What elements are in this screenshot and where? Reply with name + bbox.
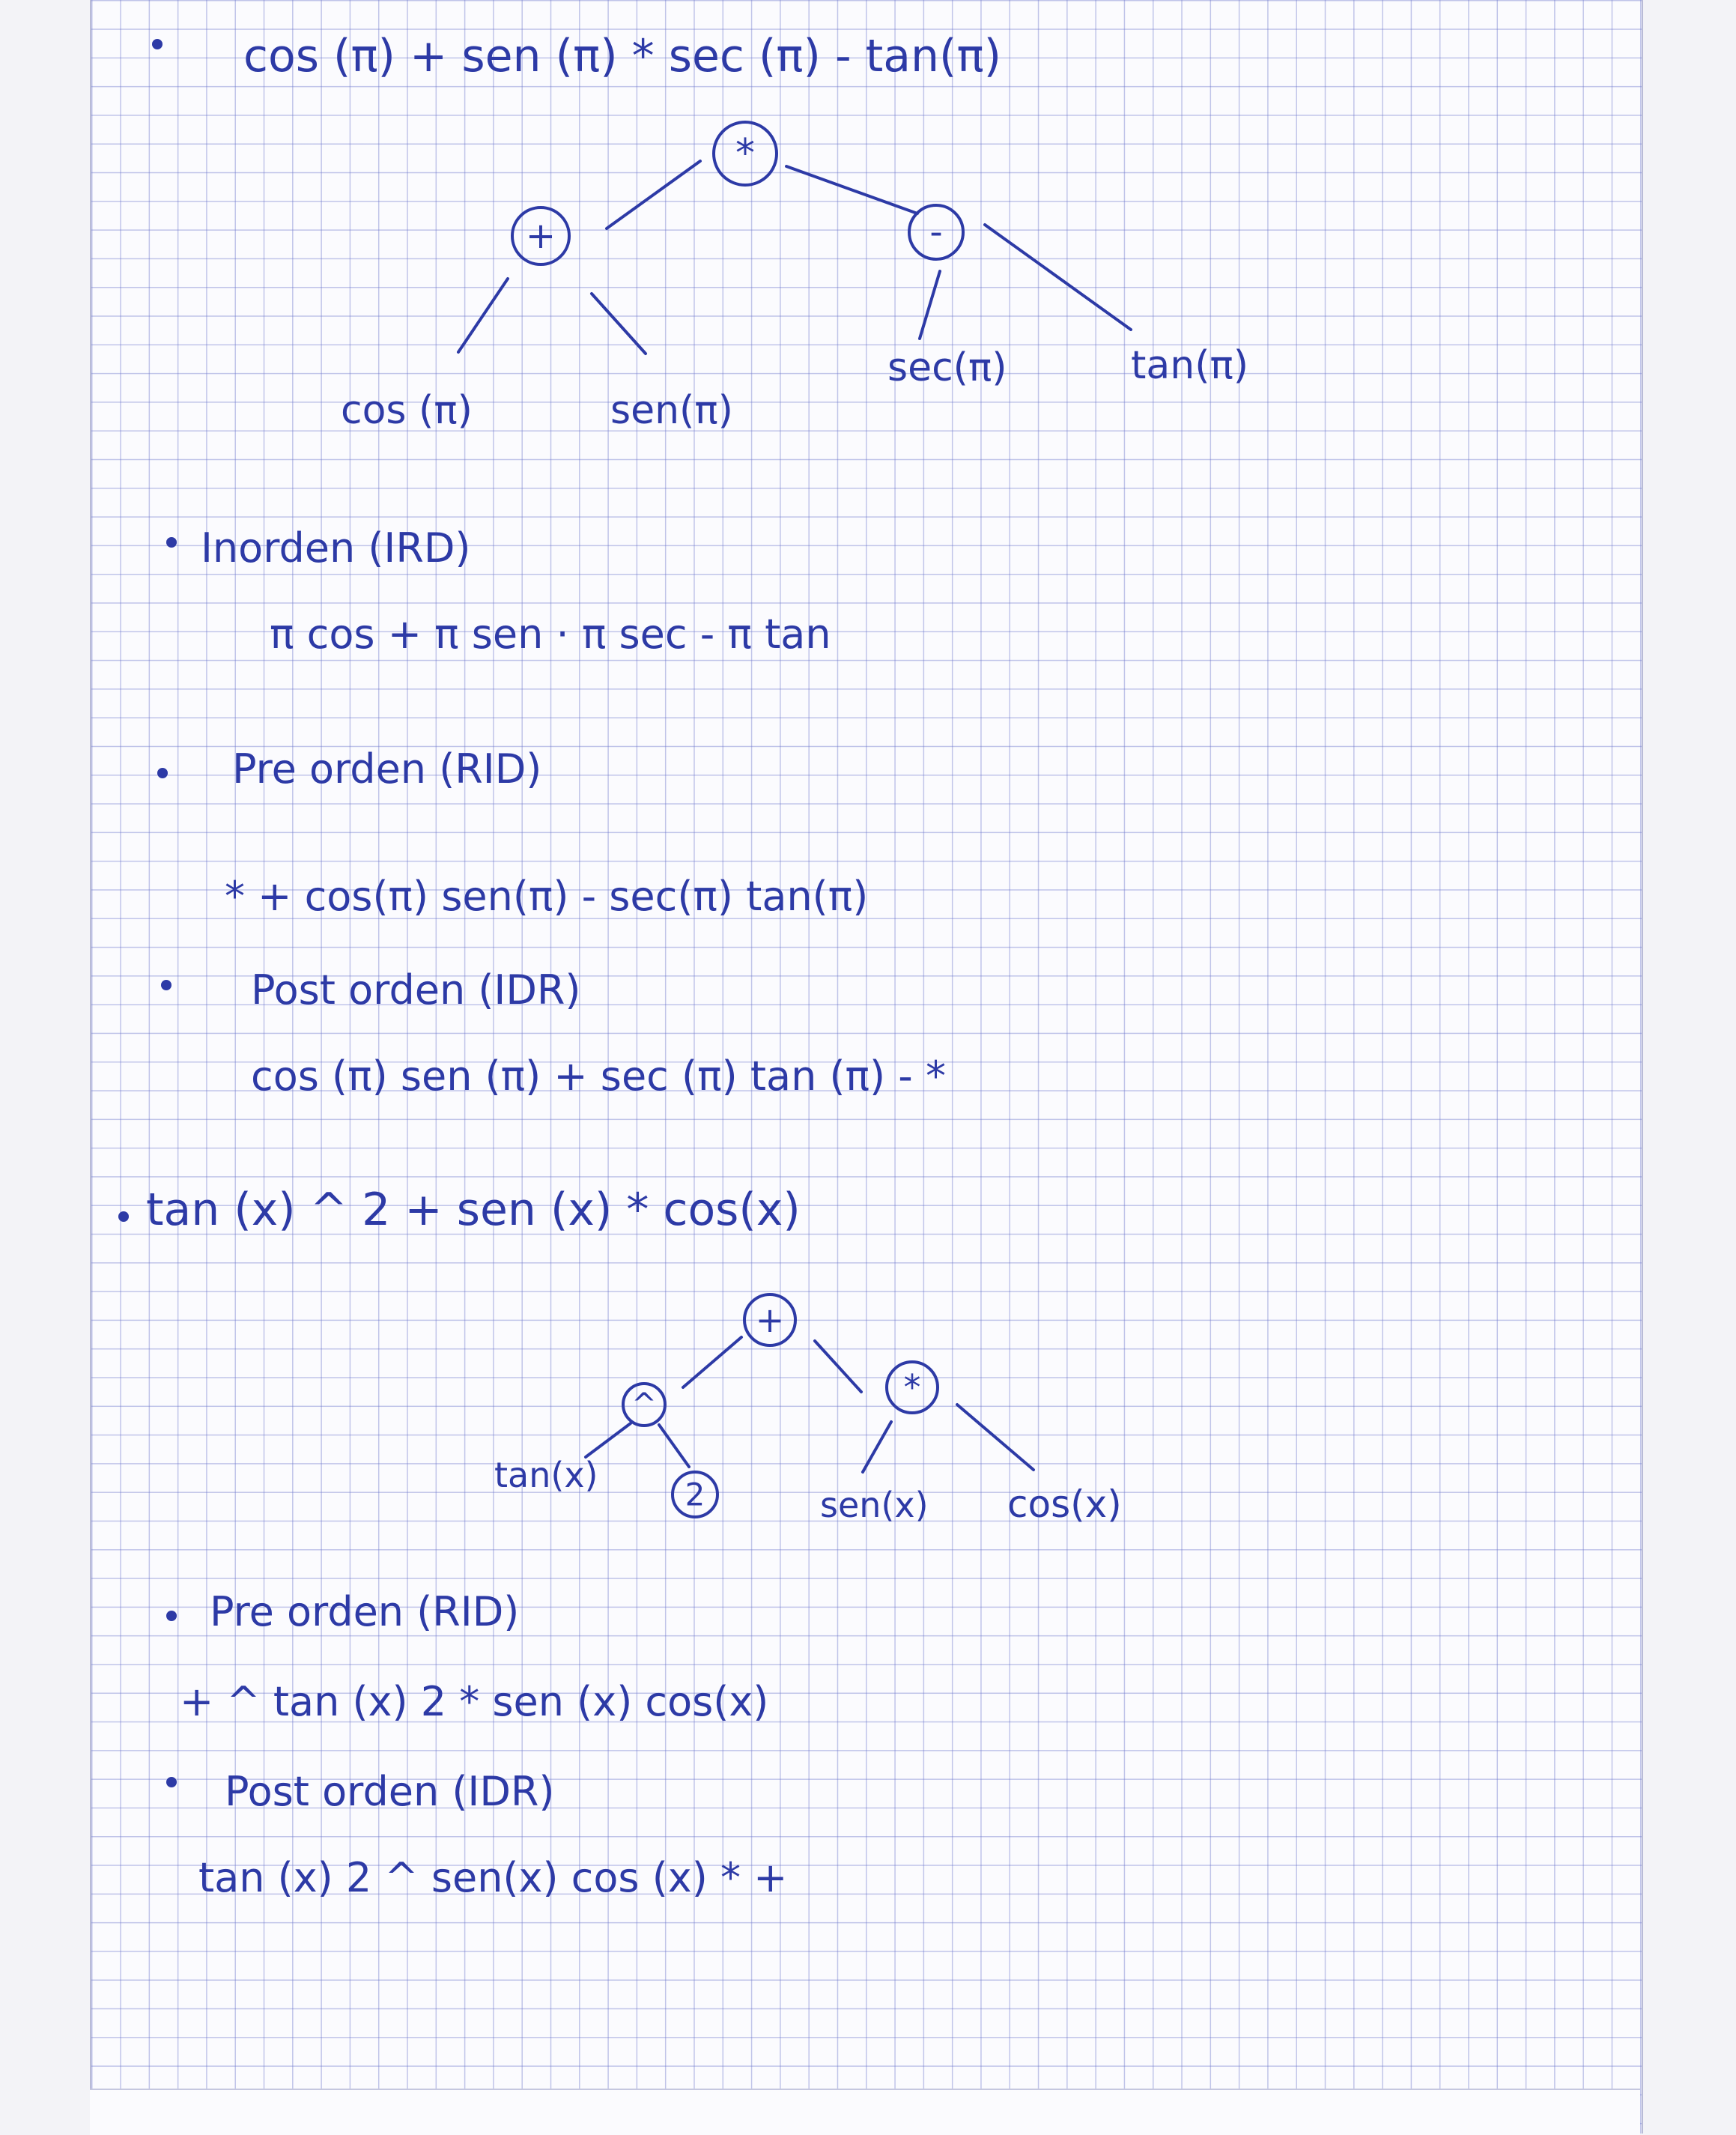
tree1-edge-minus-tan — [983, 223, 1132, 331]
inorden-label-1: Inorden (IRD) — [201, 524, 471, 572]
bullet-preorden-1 — [157, 768, 168, 778]
bullet-postorden-1 — [161, 980, 172, 990]
preorden-label-2: Pre orden (RID) — [210, 1588, 520, 1635]
tree2-edge-root-left — [682, 1336, 743, 1389]
tree1-right-op-symbol: - — [929, 211, 942, 253]
tree1-edge-plus-sen — [590, 292, 647, 355]
preorden-value-2: + ^ tan (x) 2 * sen (x) cos(x) — [180, 1678, 769, 1725]
tree1-leaf-tan: tan(π) — [1131, 343, 1248, 388]
bullet-expression-2 — [118, 1211, 129, 1222]
tree2-leaf-tan: tan(x) — [494, 1455, 598, 1495]
tree1-leaf-sen: sen(π) — [610, 388, 733, 433]
tree2-left-op-symbol: ^ — [631, 1387, 657, 1422]
tree2-edge-mul-sen — [861, 1420, 893, 1474]
tree1-edge-root-left — [605, 160, 702, 230]
postorden-value-1: cos (π) sen (π) + sec (π) tan (π) - * — [251, 1053, 946, 1100]
bullet-inorden-1 — [166, 537, 177, 548]
tree2-edge-pow-tan — [584, 1422, 632, 1459]
preorden-value-1: * + cos(π) sen(π) - sec(π) tan(π) — [225, 873, 869, 920]
tree1-edge-minus-sec — [918, 270, 941, 340]
tree1-leaf-sec: sec(π) — [887, 345, 1007, 390]
tree2-edge-mul-cos — [956, 1403, 1035, 1471]
bullet-preorden-2 — [166, 1611, 177, 1621]
expression-2: tan (x) ^ 2 + sen (x) * cos(x) — [146, 1184, 801, 1236]
tree2-right-op-symbol: * — [904, 1367, 921, 1408]
postorden-value-2: tan (x) 2 ^ sen(x) cos (x) * + — [198, 1854, 788, 1901]
tree2-edge-root-right — [813, 1339, 863, 1393]
bullet-postorden-2 — [166, 1777, 177, 1787]
tree2-leaf-cos: cos(x) — [1007, 1483, 1122, 1526]
tree1-left-op-symbol: + — [526, 215, 556, 257]
tree2-leaf-sen: sen(x) — [820, 1485, 929, 1525]
tree1-root-symbol: * — [735, 131, 755, 176]
tree2-root-symbol: + — [756, 1300, 785, 1340]
tree2-edge-pow-two — [658, 1423, 691, 1468]
tree-2: + ^ * 2 tan(x) sen(x) cos(x) — [494, 1293, 1122, 1526]
tree1-edge-root-right — [785, 165, 919, 215]
tree1-leaf-cos: cos (π) — [341, 388, 473, 433]
inorden-value-1: π cos + π sen · π sec - π tan — [270, 611, 831, 658]
postorden-label-2: Post orden (IDR) — [225, 1768, 555, 1815]
postorden-label-1: Post orden (IDR) — [251, 966, 581, 1014]
tree1-edge-plus-cos — [457, 277, 509, 354]
preorden-label-1: Pre orden (RID) — [232, 745, 542, 793]
tree2-leaf-two: 2 — [685, 1477, 705, 1513]
tree-1: * + - cos (π) sen(π) sec(π) tan(π) — [341, 121, 1248, 433]
